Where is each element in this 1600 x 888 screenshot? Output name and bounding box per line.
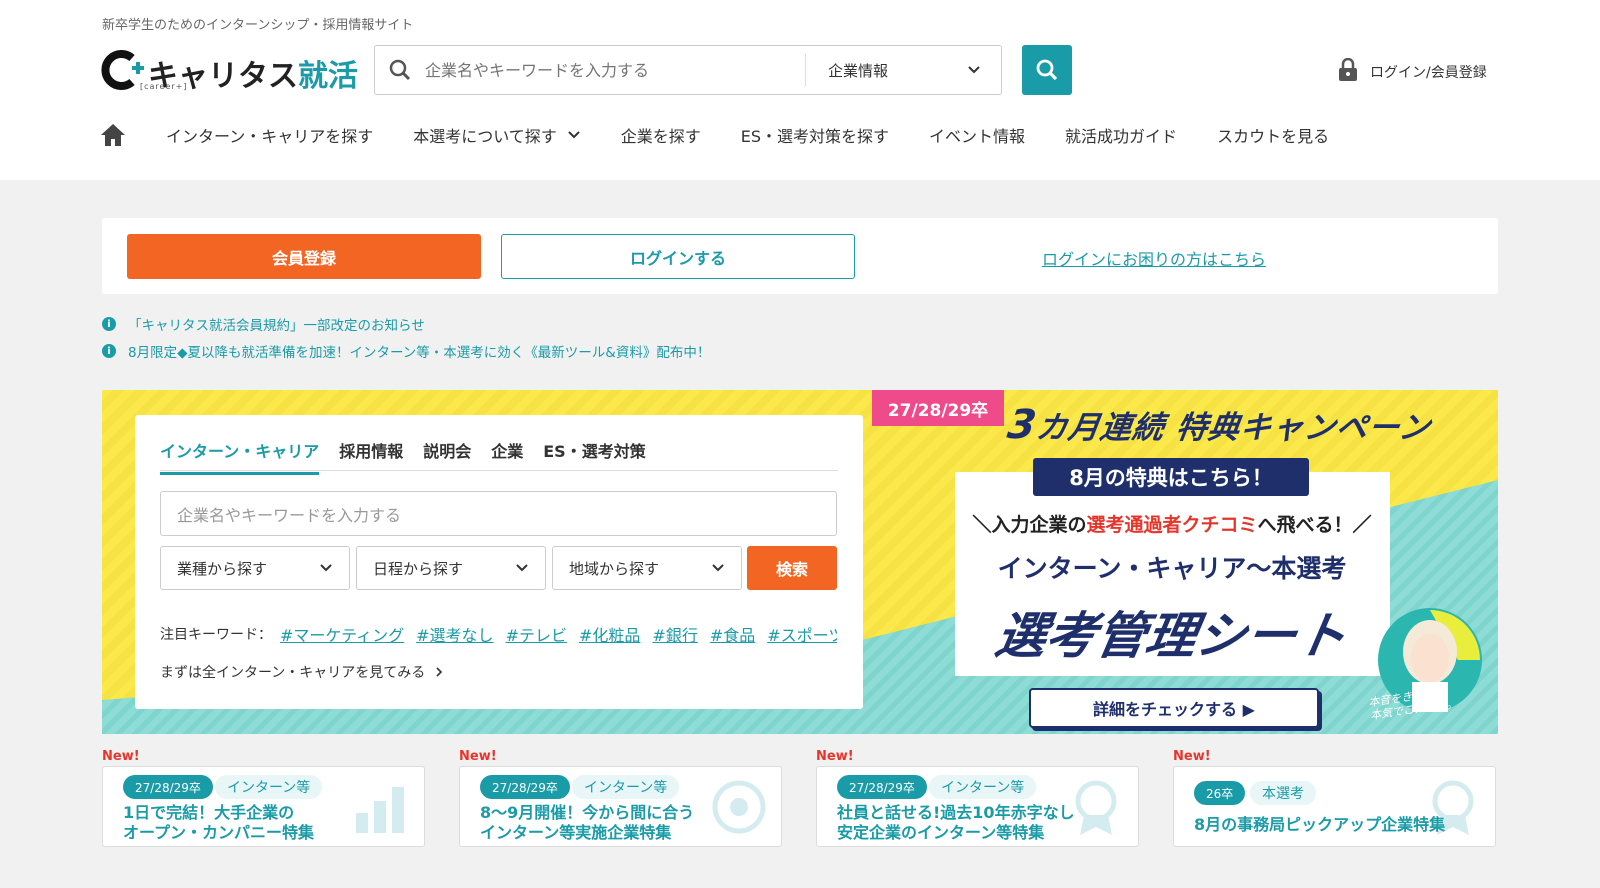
login-help-link[interactable]: ログインにお困りの方はこちら <box>1042 246 1266 270</box>
panel-search-button[interactable]: 検索 <box>747 546 837 590</box>
info-icon: i <box>102 344 116 358</box>
search-icon <box>1036 59 1058 81</box>
header-search-button[interactable] <box>1022 45 1072 95</box>
campaign-line2: インターン・キャリア〜本選考 <box>997 554 1347 583</box>
category-badge: インターン等 <box>929 775 1037 799</box>
campaign-title-text: カ月連続 特典キャンペーン <box>1033 410 1434 446</box>
keywords-label: 注目キーワード： <box>160 627 272 643</box>
keyword-link[interactable]: #テレビ <box>506 622 567 646</box>
notice-text: 「キャリタス就活会員規約」一部改定のお知らせ <box>128 318 425 334</box>
feature-card[interactable]: New! 27/28/29卒 インターン等 8〜9月開催！今から間に合う インタ… <box>459 749 782 847</box>
nav-item-companies[interactable]: 企業を探す <box>621 123 701 147</box>
campaign-line1: ＼入力企業の選考通過者クチコミへ飛べる！／ <box>962 510 1382 537</box>
login-button[interactable]: ログインする <box>501 234 855 279</box>
new-badge: New! <box>102 749 140 764</box>
login-register-label: ログイン/会員登録 <box>1370 65 1487 81</box>
header-search-bar: 企業情報 <box>374 45 1002 95</box>
site-logo[interactable]: キャリタス就活 <box>100 48 358 92</box>
search-category-value: 企業情報 <box>828 61 889 80</box>
view-all-link[interactable]: まずは全インターン・キャリアを見てみる <box>160 662 443 682</box>
featured-keywords: 注目キーワード： #マーケティング #選考なし #テレビ #化粧品 #銀行 #食… <box>160 622 837 646</box>
category-badge: 本選考 <box>1250 781 1316 805</box>
target-icon <box>712 780 766 834</box>
year-badge: 27/28/29卒 <box>837 775 927 799</box>
search-icon <box>375 59 425 81</box>
campaign-month-tag: 8月の特典はこちら！ <box>1033 458 1309 496</box>
nav-item-intern[interactable]: インターン・キャリアを探す <box>166 123 373 147</box>
main-nav: インターン・キャリアを探す 本選考について探す 企業を探す ES・選考対策を探す… <box>100 122 1369 148</box>
lock-icon <box>1338 57 1358 86</box>
notice-item[interactable]: i 「キャリタス就活会員規約」一部改定のお知らせ <box>102 314 425 334</box>
chevron-down-icon <box>320 564 332 572</box>
campaign-line1-highlight: 選考通過者クチコミ <box>1086 514 1258 536</box>
logo-accent-text: 就活 <box>298 59 358 94</box>
dropdown-label: 業種から探す <box>177 559 268 578</box>
dropdown-label: 地域から探す <box>569 559 660 578</box>
chevron-down-icon <box>516 564 528 572</box>
nav-item-es[interactable]: ES・選考対策を探す <box>741 123 889 147</box>
site-tagline: 新卒学生のためのインターンシップ・採用情報サイト <box>102 18 414 33</box>
notice-text: 8月限定◆夏以降も就活準備を加速！インターン等・本選考に効く《最新ツール&資料》… <box>128 345 711 361</box>
info-icon: i <box>102 317 116 331</box>
view-all-label: まずは全インターン・キャリアを見てみる <box>160 665 426 681</box>
year-badge: 26卒 <box>1194 781 1246 805</box>
keyword-link[interactable]: #スポーツ <box>767 622 837 646</box>
keyword-link[interactable]: #選考なし <box>416 622 493 646</box>
keyword-link[interactable]: #食品 <box>710 622 755 646</box>
chevron-down-icon <box>712 564 724 572</box>
new-badge: New! <box>816 749 854 764</box>
chevron-down-icon <box>968 66 980 74</box>
category-badge: インターン等 <box>572 775 680 799</box>
campaign-line1-pre: ＼入力企業の <box>972 514 1087 536</box>
nav-item-events[interactable]: イベント情報 <box>929 123 1025 147</box>
nav-item-selection[interactable]: 本選考について探す <box>413 123 581 147</box>
nav-item-scout[interactable]: スカウトを見る <box>1217 123 1329 147</box>
feature-card[interactable]: New! 27/28/29卒 インターン等 社員と話せる!過去10年赤字なし 安… <box>816 749 1139 847</box>
nav-item-selection-label: 本選考について探す <box>413 127 557 146</box>
keyword-link[interactable]: #化粧品 <box>579 622 640 646</box>
schedule-dropdown[interactable]: 日程から探す <box>356 546 546 590</box>
keyword-search-input[interactable]: 企業名やキーワードを入力する <box>160 491 837 536</box>
campaign-line1-post: へ飛べる！／ <box>1257 514 1372 536</box>
region-dropdown[interactable]: 地域から探す <box>552 546 742 590</box>
logo-sub-text: [career+] <box>140 82 188 91</box>
new-badge: New! <box>1173 749 1211 764</box>
header-login-link[interactable]: ログイン/会員登録 <box>1338 57 1487 86</box>
new-badge: New! <box>459 749 497 764</box>
notice-item[interactable]: i 8月限定◆夏以降も就活準備を加速！インターン等・本選考に効く《最新ツール&資… <box>102 341 710 361</box>
home-icon[interactable] <box>100 122 126 148</box>
register-button[interactable]: 会員登録 <box>127 234 481 279</box>
dropdown-label: 日程から探す <box>373 559 464 578</box>
year-badge: 27/28/29卒 <box>480 775 570 799</box>
keyword-link[interactable]: #銀行 <box>652 622 697 646</box>
medal-icon <box>1075 780 1117 835</box>
year-badge: 27/28/29卒 <box>123 775 213 799</box>
chevron-right-icon <box>436 667 443 677</box>
chevron-down-icon <box>568 131 580 139</box>
campaign-title: 3カ月連続 特典キャンペーン <box>1005 402 1435 448</box>
feature-card[interactable]: New! 27/28/29卒 インターン等 1日で完結！大手企業の オープン・カ… <box>102 749 425 847</box>
nav-item-guide[interactable]: 就活成功ガイド <box>1065 123 1177 147</box>
header-search-input[interactable] <box>425 60 805 80</box>
campaign-year-tag: 27/28/29卒 <box>872 390 1004 426</box>
feature-card[interactable]: New! 26卒 本選考 8月の事務局ピックアップ企業特集 <box>1173 749 1496 847</box>
industry-dropdown[interactable]: 業種から探す <box>160 546 350 590</box>
chart-icon <box>356 787 404 833</box>
keyword-link[interactable]: #マーケティング <box>280 622 404 646</box>
campaign-headline: 選考管理シート <box>991 607 1352 665</box>
medal-icon <box>1432 780 1474 835</box>
tabs-divider <box>160 470 838 471</box>
search-category-select[interactable]: 企業情報 <box>806 60 1001 81</box>
campaign-detail-button[interactable]: 詳細をチェックする ▶ <box>1029 688 1319 728</box>
category-badge: インターン等 <box>215 775 323 799</box>
